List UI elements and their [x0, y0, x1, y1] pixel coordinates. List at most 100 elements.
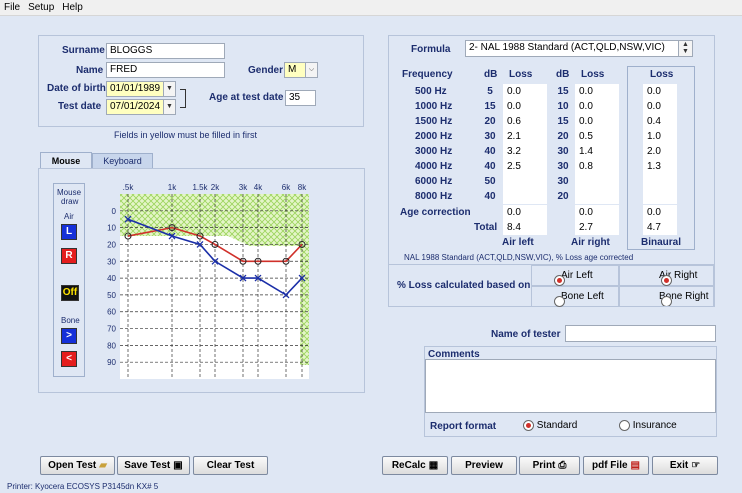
- left-loss-value[interactable]: 0.6: [503, 114, 547, 129]
- left-loss-value[interactable]: 2.1: [503, 129, 547, 144]
- right-loss-value[interactable]: 0.8: [575, 159, 619, 174]
- open-test-button[interactable]: Open Test ▰: [40, 456, 115, 475]
- left-loss-value[interactable]: 0.0: [503, 99, 547, 114]
- left-loss-value[interactable]: [503, 189, 547, 204]
- comments-field[interactable]: [425, 359, 716, 413]
- age-label: Age at test date: [209, 92, 284, 103]
- save-test-button[interactable]: Save Test ▣: [117, 456, 190, 475]
- tab-keyboard[interactable]: Keyboard: [92, 153, 153, 169]
- calc-air-left[interactable]: Air Left: [531, 265, 619, 286]
- insurance-option: Insurance: [632, 420, 677, 432]
- right-db-value: 15: [557, 86, 569, 97]
- age-correction-label: Age correction: [400, 207, 471, 218]
- left-db-value: 30: [484, 131, 496, 142]
- audiogram-chart[interactable]: .5k 1k 1.5k 2k 3k 4k 6k 8k 0 10 20 30 40 50 60 70 80 90: [100, 180, 315, 382]
- right-loss-value[interactable]: 0.5: [575, 129, 619, 144]
- open-label: Open Test: [48, 460, 97, 471]
- right-loss-value[interactable]: 0.0: [575, 99, 619, 114]
- right-loss-value[interactable]: [575, 174, 619, 189]
- age-bracket: [180, 89, 186, 108]
- radio-standard[interactable]: [523, 420, 534, 431]
- air-right-label: Air right: [571, 237, 610, 248]
- menu-bar: File Setup Help: [0, 0, 742, 16]
- gender-select[interactable]: M ⌵: [284, 62, 318, 78]
- bin-loss-value: 0.4: [643, 114, 677, 129]
- preview-button[interactable]: Preview: [451, 456, 517, 475]
- left-loss-value[interactable]: 0.0: [503, 84, 547, 99]
- total-right: 2.7: [575, 220, 619, 235]
- radio-insurance[interactable]: [619, 420, 630, 431]
- right-db-header: dB: [556, 69, 570, 80]
- right-loss-value[interactable]: [575, 189, 619, 204]
- radio-air-left[interactable]: [554, 275, 565, 286]
- chevron-down-icon[interactable]: ▼: [163, 82, 175, 96]
- radio-bone-left[interactable]: [554, 296, 565, 307]
- recalc-label: ReCalc: [391, 460, 426, 471]
- report-label: Report format: [430, 421, 497, 432]
- bin-loss-value: 0.0: [643, 84, 677, 99]
- pdf-file-button[interactable]: pdf File ▤: [583, 456, 649, 475]
- chevron-updown-icon[interactable]: ▲ ▼: [678, 41, 692, 56]
- gender-value: M: [288, 64, 297, 75]
- left-loss-value[interactable]: 3.2: [503, 144, 547, 159]
- report-insurance[interactable]: Insurance: [619, 420, 677, 431]
- dob-field[interactable]: 01/01/1989 ▼: [106, 81, 176, 97]
- standard-note: NAL 1988 Standard (ACT,QLD,NSW,VIC), % L…: [404, 253, 634, 262]
- age-corr-bin: 0.0: [643, 205, 677, 220]
- clear-test-button[interactable]: Clear Test: [193, 456, 268, 475]
- name-field[interactable]: FRED: [106, 62, 225, 78]
- right-loss-value[interactable]: 0.0: [575, 84, 619, 99]
- left-loss-value[interactable]: [503, 174, 547, 189]
- test-date-field[interactable]: 07/01/2024 ▼: [106, 99, 176, 115]
- frequency-tick-label: 3k: [239, 183, 248, 192]
- right-db-value: 30: [557, 146, 569, 157]
- frequency-tick-label: 8k: [298, 183, 307, 192]
- tab-mouse-label: Mouse: [51, 156, 81, 166]
- print-button[interactable]: Print ⎙: [519, 456, 580, 475]
- radio-air-right[interactable]: [661, 275, 672, 286]
- bone-right-button[interactable]: <: [61, 351, 77, 367]
- bone-left-button[interactable]: >: [61, 328, 77, 344]
- report-standard[interactable]: Standard: [523, 420, 577, 431]
- off-button[interactable]: Off: [61, 285, 79, 301]
- right-loss-header: Loss: [581, 69, 605, 80]
- calc-bone-left[interactable]: Bone Left: [531, 286, 619, 307]
- formula-select[interactable]: 2- NAL 1988 Standard (ACT,QLD,NSW,VIC) ▲ ▼: [465, 40, 693, 57]
- menu-setup[interactable]: Setup: [28, 2, 54, 13]
- right-db-value: 20: [557, 191, 569, 202]
- exit-label: Exit: [669, 460, 689, 471]
- left-db-value: 15: [484, 101, 496, 112]
- bin-loss-value: 1.3: [643, 159, 677, 174]
- db-tick-label: 10: [107, 224, 116, 233]
- status-bar: Printer: Kyocera ECOSYS P3145dn KX# 5: [7, 482, 159, 491]
- folder-icon: ▰: [99, 460, 107, 471]
- exit-button[interactable]: Exit ☞: [652, 456, 718, 475]
- recalc-button[interactable]: ReCalc ▦: [382, 456, 448, 475]
- freq-label: 500 Hz: [415, 86, 447, 97]
- left-db-value: 50: [484, 176, 496, 187]
- tester-field[interactable]: [565, 325, 716, 342]
- calc-air-right[interactable]: Air Right: [619, 265, 714, 286]
- menu-help[interactable]: Help: [62, 2, 83, 13]
- tab-mouse[interactable]: Mouse: [40, 152, 92, 169]
- air-left-button[interactable]: L: [61, 224, 77, 240]
- frequency-tick-label: 1.5k: [192, 183, 208, 192]
- chevron-down-icon[interactable]: ▼: [163, 100, 175, 114]
- db-tick-label: 40: [107, 274, 116, 283]
- save-label: Save Test: [124, 460, 171, 471]
- freq-label: 4000 Hz: [415, 161, 453, 172]
- surname-field[interactable]: BLOGGS: [106, 43, 225, 59]
- calc-bone-right[interactable]: Bone Right: [619, 286, 714, 307]
- db-tick-label: 50: [107, 291, 116, 300]
- air-right-button[interactable]: R: [61, 248, 77, 264]
- menu-file[interactable]: File: [4, 2, 20, 13]
- frequency-tick-label: 1k: [168, 183, 177, 192]
- frequency-tick-label: .5k: [123, 183, 135, 192]
- age-field[interactable]: 35: [285, 90, 316, 106]
- left-loss-value[interactable]: 2.5: [503, 159, 547, 174]
- freq-label: 8000 Hz: [415, 191, 453, 202]
- right-loss-value[interactable]: 0.0: [575, 114, 619, 129]
- chevron-down-icon[interactable]: ⌵: [305, 63, 317, 77]
- right-loss-value[interactable]: 1.4: [575, 144, 619, 159]
- radio-bone-right[interactable]: [661, 296, 672, 306]
